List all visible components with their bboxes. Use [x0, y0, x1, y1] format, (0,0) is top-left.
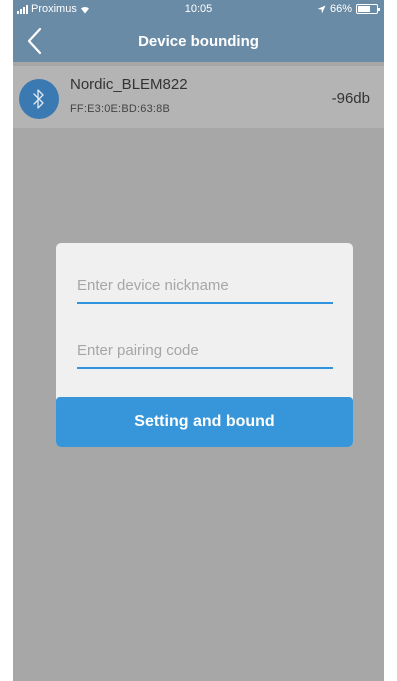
device-mac-address: FF:E3:0E:BD:63:8B: [70, 103, 170, 115]
location-arrow-icon: [317, 5, 326, 13]
status-bar: Proximus 10:05 66%: [13, 0, 384, 20]
setting-and-bound-button[interactable]: Setting and bound: [56, 397, 353, 447]
phone-screen: Proximus 10:05 66% Device bounding Nordi…: [13, 0, 384, 681]
bounding-dialog: Setting and bound: [56, 243, 353, 447]
bluetooth-icon: [19, 79, 59, 119]
page-title: Device bounding: [138, 33, 259, 50]
device-name: Nordic_BLEM822: [70, 76, 188, 93]
battery-icon: [356, 4, 380, 14]
pairing-code-input[interactable]: [77, 337, 333, 369]
status-right: 66%: [317, 3, 380, 15]
battery-fill: [358, 6, 370, 12]
navigation-bar: Device bounding: [13, 20, 384, 62]
device-nickname-input[interactable]: [77, 272, 333, 304]
device-signal-strength: -96db: [331, 90, 370, 107]
device-list-item[interactable]: Nordic_BLEM822 FF:E3:0E:BD:63:8B -96db: [13, 66, 384, 128]
battery-percent: 66%: [329, 3, 352, 15]
